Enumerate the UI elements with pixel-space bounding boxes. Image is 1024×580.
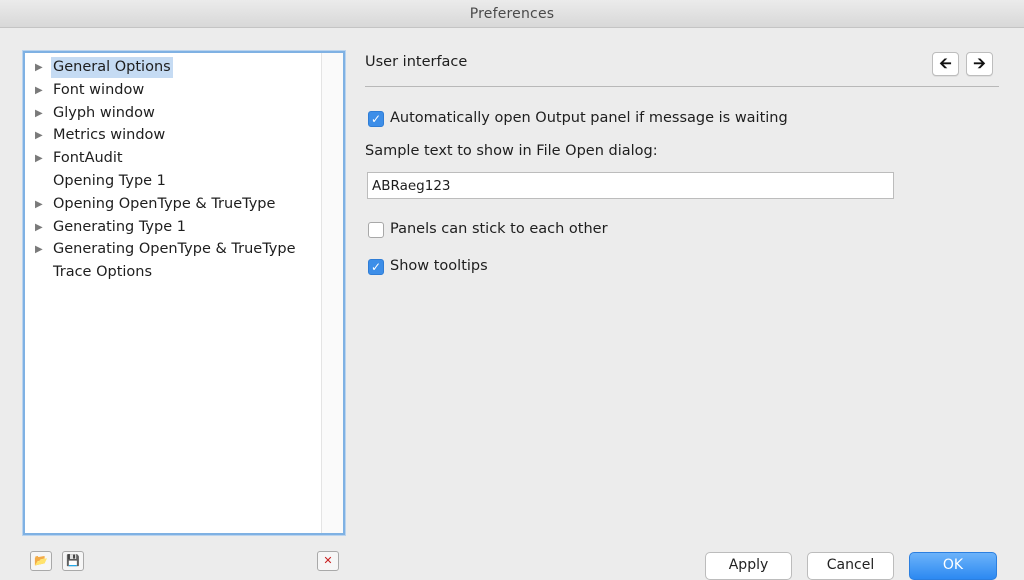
arrow-right-icon: 🡪 [973, 54, 986, 72]
open-preferences-button[interactable]: 📂 [30, 551, 52, 571]
tree-scrollbar[interactable] [321, 53, 343, 533]
forward-button[interactable]: 🡪 [966, 52, 993, 76]
save-preferences-button[interactable]: 💾 [62, 551, 84, 571]
panels-stick-checkbox[interactable] [368, 222, 384, 238]
open-folder-icon: 📂 [34, 554, 48, 567]
ok-button[interactable]: OK [909, 552, 997, 580]
tree-item-label: Font window [53, 81, 145, 98]
show-tooltips-label: Show tooltips [390, 258, 488, 274]
apply-button[interactable]: Apply [705, 552, 792, 580]
save-icon: 💾 [66, 554, 80, 567]
auto-open-output-checkbox[interactable]: ✓ [368, 111, 384, 127]
tree-item-label: Generating Type 1 [53, 218, 186, 235]
tree-item-label: Trace Options [53, 264, 153, 281]
disclosure-triangle-icon[interactable]: ▶ [35, 239, 45, 261]
window-title: Preferences [469, 6, 555, 22]
disclosure-triangle-icon[interactable]: ▶ [35, 217, 45, 239]
tree-item-label: Generating OpenType & TrueType [53, 241, 296, 258]
disclosure-triangle-icon[interactable]: ▶ [35, 57, 45, 79]
tree-item-label: Opening OpenType & TrueType [53, 195, 276, 212]
back-button[interactable]: 🡨 [932, 52, 959, 76]
arrow-left-icon: 🡨 [939, 54, 952, 72]
section-divider [365, 86, 999, 87]
checkmark-icon: ✓ [370, 112, 382, 126]
sample-text-input[interactable] [367, 172, 894, 199]
title-bar: Preferences [0, 0, 1024, 28]
checkmark-icon: ✓ [370, 260, 382, 274]
disclosure-triangle-icon[interactable]: ▶ [35, 148, 45, 170]
disclosure-triangle-icon[interactable]: ▶ [35, 194, 45, 216]
reset-preferences-button[interactable]: ✕ [317, 551, 339, 571]
disclosure-triangle-icon[interactable]: ▶ [35, 125, 45, 147]
sample-text-label: Sample text to show in File Open dialog: [365, 143, 658, 159]
tree-item-label: General Options [51, 57, 173, 78]
tree-item-label: Glyph window [53, 104, 155, 121]
preferences-tree[interactable]: ▶ General Options ▶ Font window ▶ Glyph … [23, 51, 345, 535]
section-title: User interface [365, 54, 468, 70]
disclosure-triangle-icon[interactable]: ▶ [35, 80, 45, 102]
panels-stick-label: Panels can stick to each other [390, 221, 608, 237]
tree-item-label: FontAudit [53, 150, 123, 167]
auto-open-output-label: Automatically open Output panel if messa… [390, 110, 788, 126]
disclosure-triangle-icon[interactable]: ▶ [35, 103, 45, 125]
tree-item-label: Metrics window [53, 127, 166, 144]
tree-item-label: Opening Type 1 [53, 172, 166, 189]
cancel-button[interactable]: Cancel [807, 552, 894, 580]
show-tooltips-checkbox[interactable]: ✓ [368, 259, 384, 275]
close-icon: ✕ [323, 554, 333, 567]
